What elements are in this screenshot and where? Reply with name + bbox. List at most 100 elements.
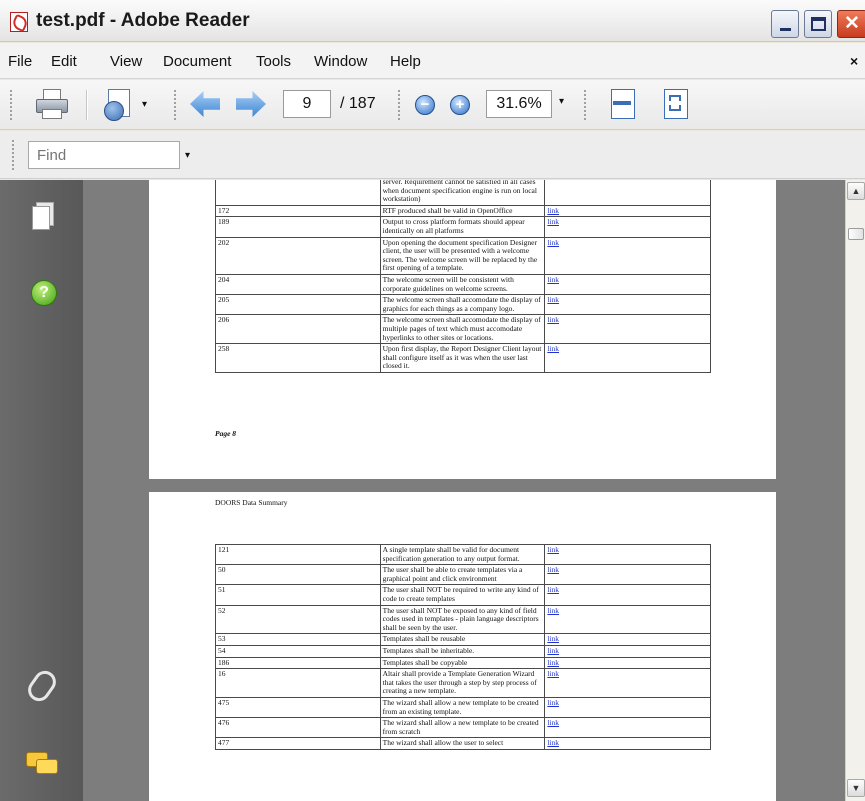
requirement-link[interactable]: link bbox=[544, 633, 711, 646]
page-number-input[interactable]: 9 bbox=[283, 90, 331, 118]
find-dropdown-icon[interactable]: ▾ bbox=[185, 150, 190, 161]
find-input[interactable] bbox=[28, 141, 180, 169]
requirement-link[interactable]: link bbox=[544, 668, 711, 698]
help-icon[interactable]: ? bbox=[31, 280, 57, 306]
menu-file[interactable]: File bbox=[8, 53, 32, 70]
chevron-down-icon: ▾ bbox=[142, 99, 148, 110]
maximize-icon bbox=[811, 17, 826, 31]
toolbar-grip[interactable] bbox=[398, 90, 402, 120]
minimize-button[interactable] bbox=[771, 10, 799, 38]
review-button[interactable]: ▾ bbox=[104, 89, 152, 121]
printer-tray bbox=[42, 109, 62, 119]
table-row: 51 The user shall NOT be required to writ… bbox=[215, 584, 711, 606]
menu-tools[interactable]: Tools bbox=[256, 53, 291, 70]
requirement-link[interactable]: link bbox=[544, 644, 711, 658]
zoom-out-button[interactable]: − bbox=[415, 95, 435, 115]
requirement-text: The wizard shall allow a new template to… bbox=[379, 696, 546, 719]
close-button[interactable]: ✕ bbox=[837, 10, 865, 38]
requirements-table: server. Requirement cannot be satisfied … bbox=[215, 180, 711, 373]
previous-page-button[interactable] bbox=[190, 89, 220, 121]
scroll-down-button[interactable]: ▼ bbox=[847, 779, 865, 797]
requirement-link[interactable]: link bbox=[544, 717, 711, 739]
arrow-left-icon bbox=[190, 91, 220, 117]
requirement-link[interactable]: link bbox=[544, 216, 711, 238]
requirement-link[interactable]: link bbox=[544, 604, 711, 635]
toolbar-grip[interactable] bbox=[584, 90, 588, 120]
menu-edit[interactable]: Edit bbox=[51, 53, 77, 70]
requirement-link[interactable]: link bbox=[544, 273, 711, 296]
maximize-button[interactable] bbox=[804, 10, 832, 38]
vertical-scrollbar[interactable]: ▲ ▼ bbox=[845, 180, 865, 801]
requirement-link[interactable]: link bbox=[544, 314, 711, 345]
requirement-link[interactable]: link bbox=[544, 584, 711, 606]
requirement-id: 51 bbox=[215, 584, 381, 606]
requirement-link[interactable]: link bbox=[544, 737, 711, 750]
requirement-text: Templates shall be reusable bbox=[379, 633, 546, 646]
requirement-link[interactable]: link bbox=[544, 204, 711, 218]
requirement-text: The welcome screen shall accomodate the … bbox=[379, 314, 546, 345]
requirement-link[interactable]: link bbox=[544, 236, 711, 275]
find-toolbar-grip[interactable] bbox=[12, 140, 16, 170]
document-view[interactable]: server. Requirement cannot be satisfied … bbox=[83, 180, 845, 801]
table-row: 258 Upon first display, the Report Design… bbox=[215, 343, 711, 373]
requirement-text: The user shall be able to create templat… bbox=[379, 564, 546, 586]
requirement-text: Altair shall provide a Template Generati… bbox=[379, 668, 546, 698]
toolbar: ▾ 9 / 187 − + 31.6% ▾ bbox=[0, 80, 865, 130]
menu-document[interactable]: Document bbox=[163, 53, 231, 70]
requirement-link[interactable]: link bbox=[544, 696, 711, 719]
requirement-text: RTF produced shall be valid in OpenOffic… bbox=[379, 204, 546, 218]
title-bar[interactable]: test.pdf - Adobe Reader ✕ bbox=[0, 0, 865, 42]
table-row: 53 Templates shall be reusable link bbox=[215, 633, 711, 646]
requirement-id: 475 bbox=[215, 696, 381, 719]
toolbar-grip[interactable] bbox=[10, 90, 14, 120]
navigation-pane: ? bbox=[0, 180, 83, 801]
fit-width-button[interactable] bbox=[611, 89, 635, 121]
attachments-icon[interactable] bbox=[23, 666, 61, 706]
table-row: 204 The welcome screen will be consistent… bbox=[215, 273, 711, 296]
document-close-icon[interactable]: × bbox=[850, 53, 858, 69]
requirement-text: Upon opening the document specification … bbox=[379, 236, 546, 275]
menu-window[interactable]: Window bbox=[314, 53, 367, 70]
requirement-id: 202 bbox=[215, 236, 381, 275]
requirement-link[interactable]: link bbox=[544, 564, 711, 586]
next-page-button[interactable] bbox=[236, 89, 266, 121]
requirement-link[interactable]: link bbox=[544, 343, 711, 373]
page-total: / 187 bbox=[340, 95, 376, 112]
fit-page-button[interactable] bbox=[664, 89, 688, 121]
table-row: 52 The user shall NOT be exposed to any k… bbox=[215, 604, 711, 635]
table-row: 172 RTF produced shall be valid in OpenOf… bbox=[215, 204, 711, 218]
table-row: 476 The wizard shall allow a new template… bbox=[215, 717, 711, 739]
requirement-id: 52 bbox=[215, 604, 381, 635]
requirement-link[interactable] bbox=[544, 180, 711, 206]
zoom-in-button[interactable]: + bbox=[450, 95, 470, 115]
find-toolbar: ▾ bbox=[0, 131, 865, 179]
fit-width-bar bbox=[613, 101, 631, 105]
requirement-id: 16 bbox=[215, 668, 381, 698]
zoom-level-input[interactable]: 31.6% bbox=[486, 90, 552, 118]
menu-view[interactable]: View bbox=[110, 53, 142, 70]
toolbar-grip[interactable] bbox=[174, 90, 178, 120]
zoom-dropdown-icon[interactable]: ▾ bbox=[559, 96, 564, 107]
requirement-text: A single template shall be valid for doc… bbox=[379, 543, 546, 566]
table-row: 189 Output to cross platform formats shou… bbox=[215, 216, 711, 238]
requirements-table: 121 A single template shall be valid for … bbox=[215, 543, 711, 750]
scroll-up-button[interactable]: ▲ bbox=[847, 182, 865, 200]
requirement-id: 205 bbox=[215, 294, 381, 316]
window-title: test.pdf - Adobe Reader bbox=[36, 10, 250, 31]
requirement-link[interactable]: link bbox=[544, 656, 711, 670]
requirement-text: Templates shall be copyable bbox=[379, 656, 546, 670]
scroll-thumb[interactable] bbox=[848, 228, 864, 240]
requirement-link[interactable]: link bbox=[544, 294, 711, 316]
requirement-link[interactable]: link bbox=[544, 543, 711, 566]
close-icon: ✕ bbox=[844, 13, 860, 34]
comments-icon[interactable] bbox=[26, 752, 60, 776]
table-row: 50 The user shall be able to create templ… bbox=[215, 564, 711, 586]
table-row: 202 Upon opening the document specificati… bbox=[215, 236, 711, 275]
requirement-id: 477 bbox=[215, 737, 381, 750]
pages-icon[interactable] bbox=[32, 202, 54, 230]
requirement-id: 172 bbox=[215, 204, 381, 218]
print-button[interactable] bbox=[36, 89, 68, 121]
requirement-id: 54 bbox=[215, 644, 381, 658]
menu-help[interactable]: Help bbox=[390, 53, 421, 70]
table-row: 186 Templates shall be copyable link bbox=[215, 656, 711, 670]
